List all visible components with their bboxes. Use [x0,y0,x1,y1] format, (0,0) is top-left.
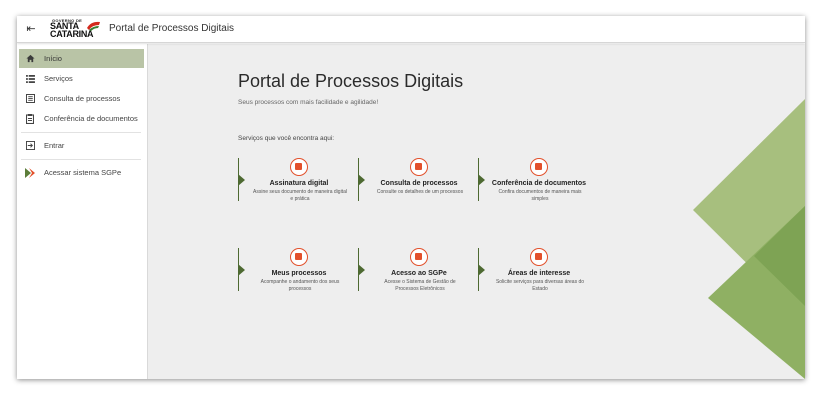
clipboard-icon [530,158,548,176]
sidebar-divider [21,132,141,133]
sidebar-item-label: Serviços [44,74,73,83]
sidebar-item-servicos[interactable]: Serviços [19,69,144,88]
service-card-meus-processos[interactable]: Meus processos Acompanhe o andamento dos… [238,248,353,292]
card-title: Consulta de processos [380,180,458,187]
top-bar: ⇤ GOVERNO DE SANTA CATARINA Portal de Pr… [17,16,805,43]
logo-flag-icon [87,21,100,31]
page-subtitle: Seus processos com mais facilidade e agi… [238,99,379,106]
service-card-consulta[interactable]: Consulta de processos Consulte os detalh… [358,158,473,201]
sidebar-item-consulta-de-processos[interactable]: Consulta de processos [19,89,144,108]
service-card-assinatura[interactable]: Assinatura digital Assine seus documento… [238,158,353,202]
sidebar-item-acessar-sgpe[interactable]: Acessar sistema SGPe [19,163,144,182]
card-description: Acesse o Sistema de Gestão de Processos … [384,279,456,292]
sidebar-divider [21,159,141,160]
card-description: Solicite serviços para diversas áreas do… [495,279,585,292]
document-list-icon [25,94,35,104]
service-card-areas-de-interesse[interactable]: Áreas de interesse Solicite serviços par… [478,248,593,292]
login-icon [25,141,35,151]
section-label: Serviços que você encontra aqui: [238,135,335,142]
card-title: Áreas de interesse [507,270,571,277]
government-logo[interactable]: GOVERNO DE SANTA CATARINA [50,18,104,41]
app-title: Portal de Processos Digitais [109,23,235,34]
card-title: Meus processos [271,270,327,277]
sidebar-item-label: Início [44,54,62,63]
sidebar-item-label: Consulta de processos [44,94,121,103]
sidebar-item-label: Acessar sistema SGPe [44,168,122,177]
sgpe-logo-icon [25,167,35,178]
folder-icon [290,248,308,266]
home-icon [25,54,35,64]
grid-icon [530,248,548,266]
browser-frame: ⇤ GOVERNO DE SANTA CATARINA Portal de Pr… [17,16,805,379]
main-content: Portal de Processos Digitais Seus proces… [148,44,805,379]
decorative-chevrons [693,99,805,379]
sidebar-item-inicio[interactable]: Início [19,49,144,68]
card-description: Assine seus documento de maneira digital… [253,189,347,202]
sgpe-icon [410,248,428,266]
list-icon [25,74,35,84]
pen-icon [290,158,308,176]
collapse-menu-icon[interactable]: ⇤ [24,22,38,36]
card-title: Acesso ao SGPe [391,270,447,277]
sidebar: Início Serviços Consulta de processos Co… [17,44,148,379]
card-title: Conferência de documentos [491,180,587,187]
sidebar-item-label: Conferência de documentos [44,114,138,123]
sidebar-item-conferencia-de-documentos[interactable]: Conferência de documentos [19,109,144,128]
sidebar-item-label: Entrar [44,141,65,150]
card-description: Consulte os detalhes de um processos [376,189,464,195]
page-title: Portal de Processos Digitais [238,71,464,91]
document-icon [410,158,428,176]
service-card-acesso-sgpe[interactable]: Acesso ao SGPe Acesse o Sistema de Gestã… [358,248,473,292]
service-card-conferencia[interactable]: Conferência de documentos Confira docume… [478,158,593,202]
card-title: Assinatura digital [269,180,329,187]
logo-line2: CATARINA [50,29,94,39]
card-description: Confira documentos de maneira mais simpl… [498,189,582,202]
clipboard-icon [25,113,35,124]
card-description: Acompanhe o andamento dos seus processos [260,279,340,292]
sidebar-item-entrar[interactable]: Entrar [19,136,144,155]
